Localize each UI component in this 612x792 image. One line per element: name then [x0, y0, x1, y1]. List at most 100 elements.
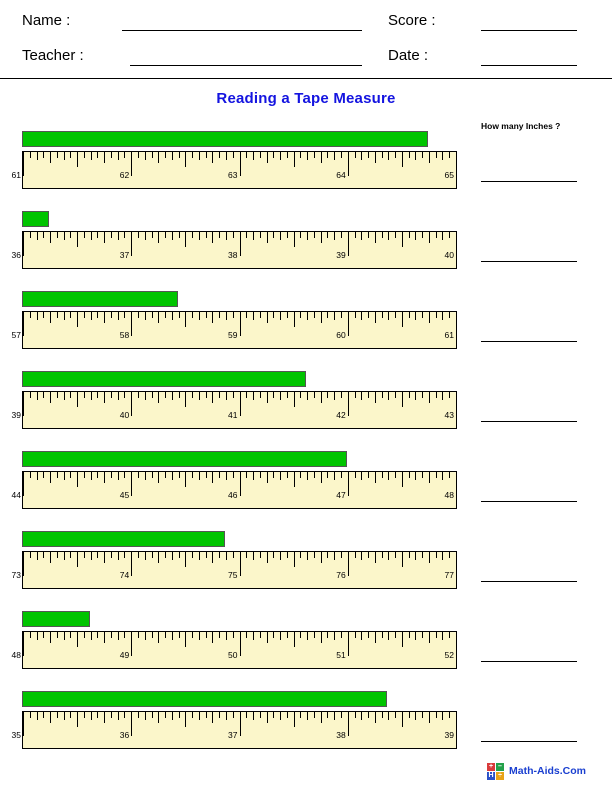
answer-line[interactable]: [481, 741, 577, 742]
answer-column-header: How many Inches ?: [481, 121, 561, 131]
ruler-tick: [212, 232, 214, 243]
score-input-line[interactable]: [481, 30, 577, 31]
ruler-tick: [90, 152, 92, 160]
ruler-tick: [347, 712, 349, 736]
ruler-tick: [185, 712, 187, 727]
teacher-label: Teacher :: [22, 47, 84, 64]
ruler-tick: [63, 152, 65, 160]
ruler-tick: [29, 472, 31, 478]
ruler-tick: [165, 632, 167, 638]
ruler-tick: [354, 712, 356, 718]
answer-line[interactable]: [481, 581, 577, 582]
ruler-inch-label: 48: [11, 650, 21, 660]
ruler-tick: [124, 552, 126, 558]
ruler-tick: [456, 472, 457, 496]
ruler-tick: [388, 712, 390, 720]
ruler-inch-label: 57: [11, 330, 21, 340]
ruler-tick: [205, 392, 207, 398]
ruler-tick: [90, 712, 92, 720]
ruler-tick: [219, 232, 221, 238]
ruler-tick: [151, 312, 153, 318]
ruler-tick: [293, 632, 295, 647]
ruler-tick: [97, 232, 99, 238]
ruler-tick: [151, 152, 153, 158]
ruler-tick: [29, 152, 31, 158]
ruler-tick: [435, 712, 437, 718]
ruler-tick: [171, 232, 173, 240]
ruler-tick: [246, 472, 248, 478]
measured-bar: [22, 691, 388, 707]
ruler-inch-label: 40: [444, 250, 454, 260]
name-input-line[interactable]: [122, 30, 362, 31]
ruler-inch-label: 50: [228, 650, 238, 660]
ruler-tick: [401, 152, 403, 167]
ruler-tick: [253, 472, 255, 480]
ruler-tick: [300, 712, 302, 718]
ruler-tick: [259, 232, 261, 238]
answer-line[interactable]: [481, 501, 577, 502]
ruler-tick: [401, 392, 403, 407]
ruler-tick: [300, 312, 302, 318]
ruler-tick: [253, 312, 255, 320]
answer-line[interactable]: [481, 661, 577, 662]
ruler-tick: [232, 312, 234, 318]
ruler-tick: [104, 392, 106, 403]
ruler-tick: [246, 392, 248, 398]
ruler-tick: [50, 552, 52, 563]
ruler-tick: [205, 232, 207, 238]
answer-line[interactable]: [481, 421, 577, 422]
ruler-tick: [23, 312, 24, 336]
ruler-tick: [259, 152, 261, 158]
ruler-tick: [198, 632, 200, 640]
ruler-tick: [300, 392, 302, 398]
ruler-tick: [77, 152, 79, 167]
ruler-tick: [97, 712, 99, 718]
ruler-tick: [151, 392, 153, 398]
ruler-tick: [110, 472, 112, 478]
ruler-tick: [205, 312, 207, 318]
teacher-input-line[interactable]: [130, 65, 362, 66]
ruler-tick: [138, 312, 140, 318]
ruler-tick: [178, 312, 180, 318]
answer-line[interactable]: [481, 341, 577, 342]
ruler-tick: [83, 472, 85, 478]
ruler-tick: [43, 392, 45, 398]
answer-line[interactable]: [481, 261, 577, 262]
answer-line[interactable]: [481, 181, 577, 182]
ruler-tick: [334, 232, 336, 240]
ruler-tick: [381, 552, 383, 558]
ruler-tick: [232, 472, 234, 478]
logo-minus-tile: –: [496, 763, 504, 771]
date-input-line[interactable]: [481, 65, 577, 66]
ruler-tick: [56, 312, 58, 318]
problem-row: 57 58 59 60 61: [0, 291, 470, 361]
ruler-tick: [23, 712, 24, 736]
ruler-tick: [246, 632, 248, 638]
ruler-tick: [83, 312, 85, 318]
ruler-tick: [286, 472, 288, 478]
worksheet-page: Name : Teacher : Score : Date : Reading …: [0, 0, 612, 792]
ruler-tick: [104, 552, 106, 563]
ruler-tick: [50, 312, 52, 323]
ruler-tick: [63, 312, 65, 320]
ruler-tick: [435, 552, 437, 558]
ruler-tick: [327, 712, 329, 718]
ruler-tick: [334, 552, 336, 560]
ruler-tick: [327, 472, 329, 478]
ruler-tick: [29, 712, 31, 718]
ruler-tick: [368, 472, 370, 478]
ruler-tick: [415, 392, 417, 400]
ruler-tick: [144, 152, 146, 160]
tape-measure: 48 49 50 51 52: [12, 631, 457, 669]
ruler-tick: [104, 232, 106, 243]
ruler-tick: [50, 152, 52, 163]
ruler-tick: [361, 632, 363, 640]
ruler-tick: [23, 472, 24, 496]
ruler-tick: [225, 312, 227, 320]
ruler-tick: [368, 552, 370, 558]
ruler-tick: [327, 552, 329, 558]
tape-measure: 35 36 37 38 39: [12, 711, 457, 749]
ruler-tick: [442, 152, 444, 160]
ruler-tick: [368, 312, 370, 318]
ruler-tick: [428, 712, 430, 723]
